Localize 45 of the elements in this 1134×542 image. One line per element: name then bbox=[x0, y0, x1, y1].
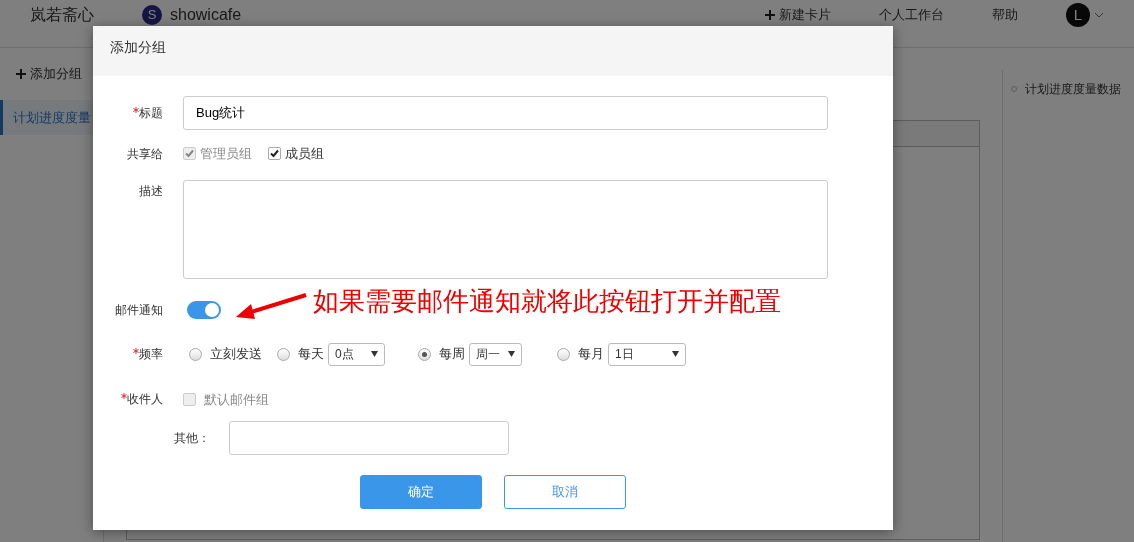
plus-icon bbox=[16, 68, 26, 79]
header-link[interactable]: 帮助 bbox=[992, 5, 1018, 25]
panel-item[interactable]: 计划进度度量数据 bbox=[1025, 80, 1121, 98]
app-logo[interactable]: 岚若斋心 bbox=[30, 3, 94, 27]
project-avatar: S bbox=[142, 5, 162, 25]
checkbox-label: 成员组 bbox=[285, 145, 324, 163]
radio-button[interactable] bbox=[189, 347, 202, 361]
plus-icon bbox=[765, 10, 775, 20]
checkbox-label: 默认邮件组 bbox=[204, 390, 269, 409]
radio-label: 每天 bbox=[298, 345, 324, 364]
radio-button[interactable] bbox=[418, 347, 431, 361]
field-label: 标题 bbox=[139, 105, 163, 122]
radio-label: 每周 bbox=[439, 345, 465, 364]
dropdown-select[interactable]: 1日 bbox=[608, 342, 686, 366]
field-label: 频率 bbox=[139, 346, 163, 363]
caret-icon bbox=[672, 351, 679, 357]
toggle-switch[interactable] bbox=[187, 300, 221, 319]
header-link[interactable]: 个人工作台 bbox=[879, 5, 944, 25]
caret-icon bbox=[508, 351, 515, 357]
radio-label: 立刻发送 bbox=[210, 345, 262, 364]
dialog-title: 添加分组 bbox=[93, 26, 893, 76]
add-group-link[interactable]: 添加分组 bbox=[30, 64, 82, 84]
annotation-text: 如果需要邮件通知就将此按钮打开并配置 bbox=[313, 285, 781, 318]
field-label: 收件人 bbox=[127, 391, 163, 409]
caret-icon bbox=[371, 351, 378, 357]
description-textarea[interactable] bbox=[183, 179, 828, 279]
caret-icon[interactable] bbox=[1094, 12, 1104, 18]
user-avatar[interactable]: L bbox=[1066, 3, 1090, 27]
checkbox-label: 管理员组 bbox=[200, 145, 252, 163]
checkbox[interactable] bbox=[268, 147, 281, 161]
field-label: 描述 bbox=[139, 182, 163, 200]
field-label: 共享给 bbox=[127, 145, 163, 163]
field-label: 邮件通知 bbox=[115, 301, 163, 319]
confirm-button[interactable]: 确定 bbox=[360, 475, 482, 509]
dropdown-select[interactable]: 周一 bbox=[469, 342, 522, 366]
project-name[interactable]: showicafe bbox=[170, 3, 242, 27]
title-input[interactable]: Bug统计 bbox=[183, 96, 828, 130]
radio-button[interactable] bbox=[557, 347, 570, 361]
radio-label: 每月 bbox=[578, 345, 604, 364]
cancel-button[interactable]: 取消 bbox=[504, 475, 626, 509]
dropdown-select[interactable]: 0点 bbox=[328, 342, 385, 366]
field-label: 其他： bbox=[174, 430, 211, 447]
radio-button[interactable] bbox=[277, 347, 290, 361]
other-recipient-input[interactable] bbox=[229, 421, 509, 455]
new-card-link[interactable]: 新建卡片 bbox=[779, 5, 831, 25]
